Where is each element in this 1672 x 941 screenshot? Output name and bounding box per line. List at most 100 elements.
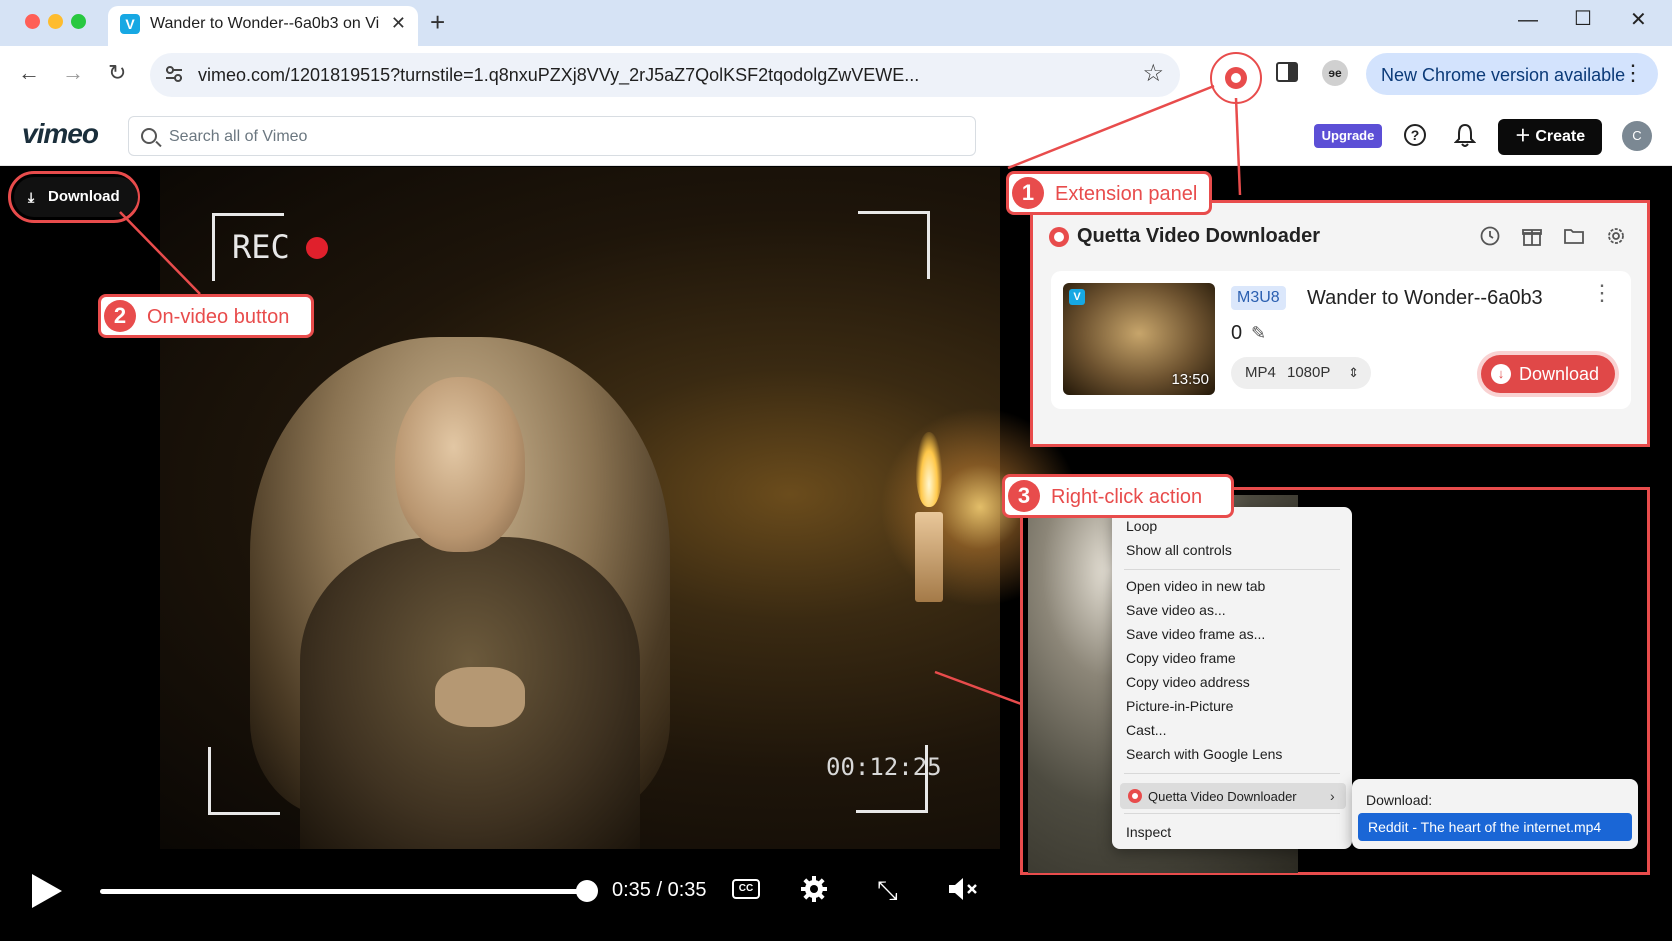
on-video-download-button[interactable]: ⤓ Download bbox=[14, 177, 138, 217]
ctx-open-new-tab[interactable]: Open video in new tab bbox=[1126, 577, 1265, 595]
minimize-icon[interactable]: — bbox=[1518, 8, 1538, 32]
back-arrow-icon[interactable]: ← bbox=[18, 60, 40, 86]
camcorder-timestamp: 00:12:25 bbox=[826, 753, 942, 781]
callout-extension-panel: 1 Extension panel bbox=[1006, 171, 1212, 215]
item-count: 0 bbox=[1231, 322, 1243, 344]
fullscreen-icon[interactable]: ⤡ bbox=[877, 876, 898, 904]
progress-knob[interactable] bbox=[576, 880, 598, 902]
time-display: 0:35 / 0:35 bbox=[612, 879, 707, 901]
item-more-icon[interactable]: ⋮ bbox=[1591, 281, 1613, 305]
candle-flame bbox=[916, 432, 942, 507]
extension-title: Quetta Video Downloader bbox=[1077, 225, 1320, 247]
vimeo-search-input[interactable]: Search all of Vimeo bbox=[128, 116, 976, 156]
progress-bar[interactable] bbox=[100, 889, 588, 894]
submenu-download-item[interactable]: Reddit - The heart of the internet.mp4 bbox=[1358, 813, 1632, 841]
rec-dot-icon bbox=[306, 237, 328, 259]
user-avatar[interactable]: C bbox=[1622, 121, 1652, 151]
ctx-quetta-label: Quetta Video Downloader bbox=[1148, 789, 1297, 804]
submenu-header: Download: bbox=[1366, 792, 1433, 808]
ctx-cast[interactable]: Cast... bbox=[1126, 721, 1166, 739]
callout-right-click-action: 3 Right-click action bbox=[1002, 474, 1234, 518]
chrome-tab-strip: V Wander to Wonder--6a0b3 on Vi ✕ + — ☐ … bbox=[0, 0, 1672, 46]
figure-hands bbox=[435, 667, 525, 727]
more-menu-icon[interactable]: ⋮ bbox=[1622, 61, 1644, 85]
quetta-logo-icon bbox=[1128, 789, 1142, 803]
callout-number: 1 bbox=[1012, 177, 1044, 209]
vimeo-header: vimeo Search all of Vimeo Upgrade ? ＋ Cr… bbox=[0, 104, 1672, 166]
captions-icon[interactable]: CC bbox=[732, 879, 760, 899]
menu-divider bbox=[1124, 773, 1340, 774]
new-tab-button[interactable]: + bbox=[430, 8, 445, 36]
settings-gear-icon[interactable] bbox=[800, 875, 828, 903]
address-bar[interactable]: vimeo.com/1201819515?turnstile=1.q8nxuPZ… bbox=[150, 53, 1180, 97]
maximize-icon[interactable]: ☐ bbox=[1574, 7, 1592, 31]
vimeo-logo[interactable]: vimeo bbox=[22, 118, 99, 150]
callout-number: 2 bbox=[104, 300, 136, 332]
site-settings-icon[interactable] bbox=[164, 64, 184, 84]
update-text: New Chrome version available bbox=[1381, 65, 1626, 85]
chrome-update-button[interactable]: New Chrome version available ⋮ bbox=[1366, 53, 1658, 95]
callout-on-video-button: 2 On-video button bbox=[98, 294, 314, 338]
item-title: Wander to Wonder--6a0b3 bbox=[1307, 287, 1543, 309]
rec-label: REC bbox=[232, 228, 290, 266]
menu-divider bbox=[1124, 813, 1340, 814]
thumbnail-duration: 13:50 bbox=[1171, 371, 1209, 388]
quetta-extension-button[interactable] bbox=[1210, 52, 1262, 104]
menu-divider bbox=[1124, 569, 1340, 570]
forward-arrow-icon[interactable]: → bbox=[62, 60, 84, 86]
settings-icon[interactable] bbox=[1605, 225, 1627, 247]
submenu-arrow-icon: › bbox=[1330, 788, 1335, 804]
close-window-button[interactable] bbox=[25, 14, 40, 29]
screenshot-root: V Wander to Wonder--6a0b3 on Vi ✕ + — ☐ … bbox=[0, 0, 1672, 941]
muted-speaker-icon[interactable] bbox=[946, 875, 982, 903]
gift-icon[interactable] bbox=[1521, 225, 1543, 247]
on-video-download-label: Download bbox=[48, 188, 120, 205]
history-icon[interactable] bbox=[1479, 225, 1501, 247]
quality-value: 1080P bbox=[1287, 364, 1331, 381]
notification-bell-icon[interactable] bbox=[1454, 122, 1476, 148]
search-placeholder: Search all of Vimeo bbox=[169, 128, 308, 145]
plus-icon: ＋ bbox=[1514, 128, 1536, 145]
ctx-loop[interactable]: Loop bbox=[1126, 517, 1157, 535]
extension-panel: Quetta Video Downloader V 13:50 M3U8 Wan… bbox=[1030, 200, 1650, 447]
upgrade-button[interactable]: Upgrade bbox=[1314, 124, 1382, 148]
ctx-pip[interactable]: Picture-in-Picture bbox=[1126, 697, 1233, 715]
download-icon: ⤓ bbox=[28, 189, 35, 205]
chrome-toolbar: ← → ↻ vimeo.com/1201819515?turnstile=1.q… bbox=[0, 46, 1672, 104]
callout-label: Right-click action bbox=[1051, 486, 1203, 508]
folder-icon[interactable] bbox=[1563, 225, 1585, 247]
help-icon[interactable]: ? bbox=[1404, 124, 1426, 146]
create-button[interactable]: ＋ Create bbox=[1498, 119, 1602, 155]
download-item-card: V 13:50 M3U8 Wander to Wonder--6a0b3 ⋮ 0… bbox=[1051, 271, 1631, 409]
close-icon[interactable]: ✕ bbox=[1630, 8, 1647, 32]
download-arrow-icon: ↓ bbox=[1491, 364, 1511, 384]
profile-avatar[interactable]: ɘe bbox=[1322, 60, 1348, 86]
extension-download-button[interactable]: ↓ Download bbox=[1481, 355, 1615, 393]
ctx-save-video[interactable]: Save video as... bbox=[1126, 601, 1226, 619]
ctx-google-lens[interactable]: Search with Google Lens bbox=[1126, 745, 1282, 763]
side-panel-icon[interactable] bbox=[1276, 62, 1298, 82]
zoom-window-button[interactable] bbox=[71, 14, 86, 29]
format-quality-select[interactable]: MP4 1080P ⇕ bbox=[1231, 357, 1371, 389]
ctx-copy-frame[interactable]: Copy video frame bbox=[1126, 649, 1236, 667]
ctx-copy-address[interactable]: Copy video address bbox=[1126, 673, 1250, 691]
close-tab-icon[interactable]: ✕ bbox=[391, 13, 406, 33]
bookmark-star-icon[interactable]: ☆ bbox=[1142, 61, 1164, 87]
callout-label: Extension panel bbox=[1055, 183, 1198, 205]
play-icon[interactable] bbox=[32, 874, 62, 908]
candle bbox=[915, 512, 943, 602]
video-thumbnail[interactable]: V 13:50 bbox=[1063, 283, 1215, 395]
edit-pencil-icon[interactable]: ✎ bbox=[1251, 321, 1266, 345]
callout-label: On-video button bbox=[147, 306, 290, 328]
ctx-inspect[interactable]: Inspect bbox=[1126, 823, 1171, 841]
viewfinder-corner bbox=[858, 211, 930, 279]
ctx-save-frame[interactable]: Save video frame as... bbox=[1126, 625, 1265, 643]
active-tab[interactable]: V Wander to Wonder--6a0b3 on Vi ✕ bbox=[108, 6, 418, 46]
callout-number: 3 bbox=[1008, 480, 1040, 512]
ctx-show-controls[interactable]: Show all controls bbox=[1126, 541, 1232, 559]
minimize-window-button[interactable] bbox=[48, 14, 63, 29]
download-submenu: Download: Reddit - The heart of the inte… bbox=[1352, 779, 1638, 849]
figure-face bbox=[395, 377, 525, 552]
reload-icon[interactable]: ↻ bbox=[108, 60, 126, 86]
format-badge: M3U8 bbox=[1231, 286, 1286, 310]
